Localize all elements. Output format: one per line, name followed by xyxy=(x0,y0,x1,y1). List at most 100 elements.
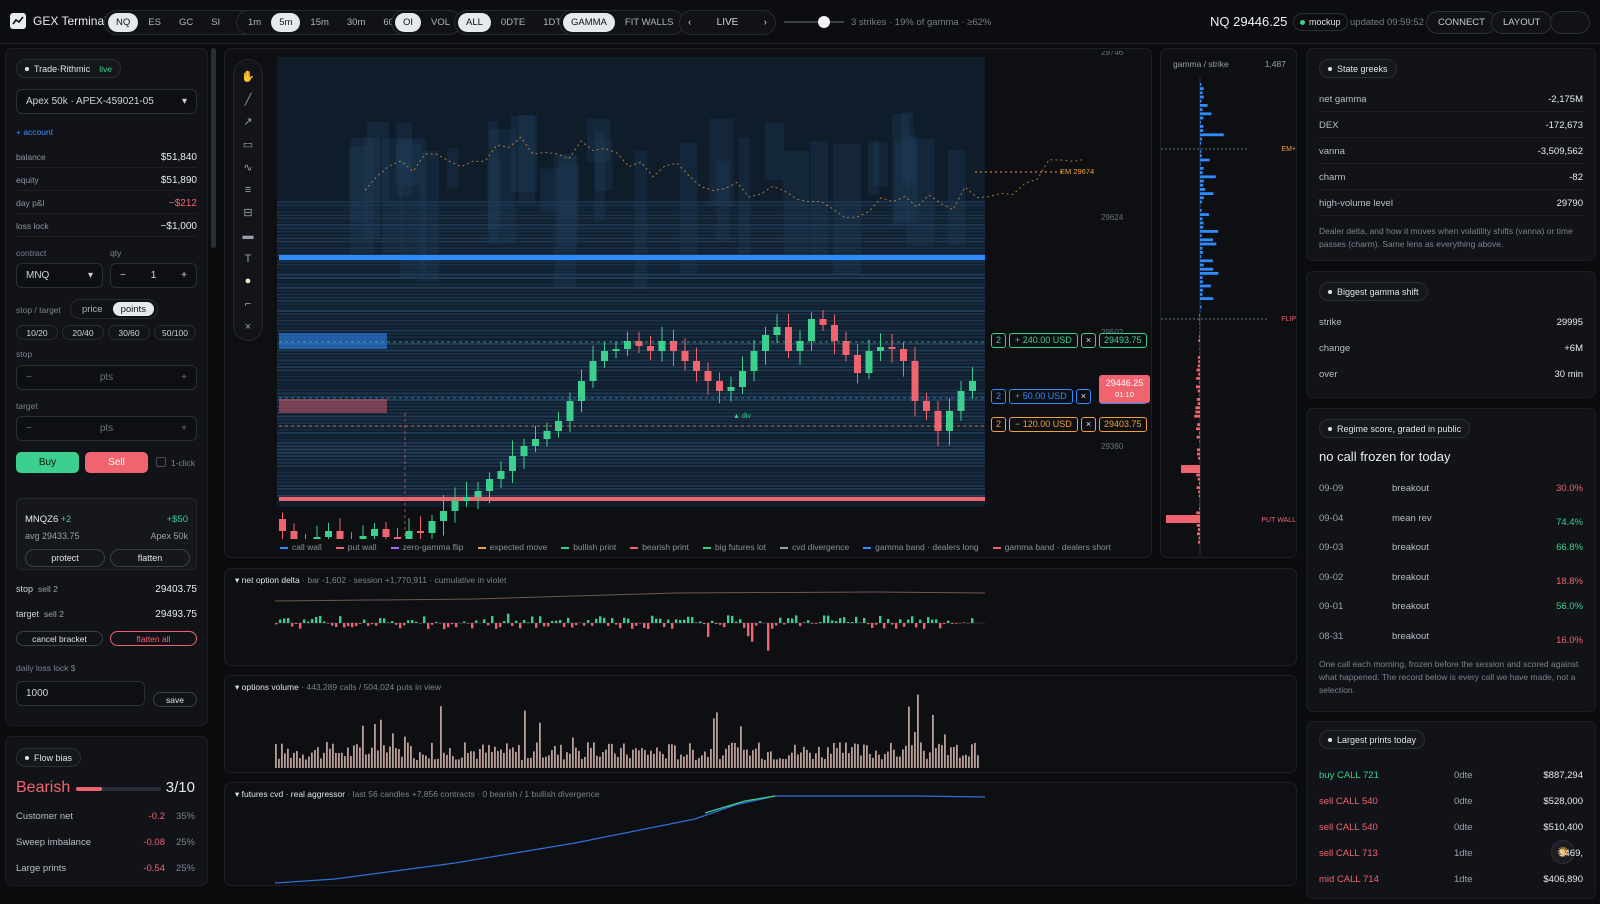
sell-button[interactable]: Sell xyxy=(85,452,148,473)
buy-button[interactable]: Buy xyxy=(16,452,79,473)
contract-select[interactable]: MNQ ▾ xyxy=(16,263,103,288)
volume-bar xyxy=(830,753,832,768)
clear-icon[interactable]: × xyxy=(241,320,255,334)
left-scrollbar[interactable] xyxy=(211,48,216,248)
order-cancel-icon[interactable]: × xyxy=(1080,333,1097,348)
qty-plus-button[interactable]: + xyxy=(181,270,187,281)
put-gamma-bar xyxy=(1198,360,1200,363)
order-tag: 2− 120.00 USD × xyxy=(991,417,1097,432)
slider-knob[interactable] xyxy=(818,16,830,28)
fib-icon[interactable]: ≡ xyxy=(241,183,255,197)
mode-vol[interactable]: VOL xyxy=(423,13,458,32)
volume-bar xyxy=(566,752,568,768)
delta-bar xyxy=(883,623,886,629)
heatmap-band xyxy=(277,260,985,263)
target-input[interactable]: − pts + xyxy=(16,416,197,441)
tf-30m[interactable]: 30m xyxy=(339,13,373,32)
text-icon[interactable]: T xyxy=(241,252,255,266)
heatmap-block xyxy=(872,143,888,187)
volume-bar xyxy=(854,743,856,768)
print-dte: 0dte xyxy=(1454,770,1473,781)
account-select[interactable]: Apex 50k · APEX-459021-05 ▾ xyxy=(16,89,197,114)
connect-button[interactable]: CONNECT xyxy=(1426,11,1497,34)
rectangle-icon[interactable]: ▭ xyxy=(241,138,255,152)
live-button[interactable]: LIVE xyxy=(717,17,739,28)
expiry-all[interactable]: ALL xyxy=(458,13,491,32)
line-icon[interactable]: ╱ xyxy=(241,93,255,107)
volume-bar xyxy=(302,754,304,768)
next-arrow-icon[interactable]: › xyxy=(764,17,767,28)
arrow-icon[interactable]: ↗ xyxy=(241,115,255,129)
regime-date: 09-02 xyxy=(1319,571,1344,583)
save-lock-button[interactable]: save xyxy=(153,692,197,707)
magnet-icon[interactable]: ⌐ xyxy=(241,297,255,311)
volume-bar xyxy=(575,747,577,768)
hand-icon[interactable]: ✋ xyxy=(241,70,255,84)
more-button[interactable] xyxy=(1550,11,1590,34)
candle xyxy=(279,519,286,531)
symbol-si[interactable]: SI xyxy=(203,13,228,32)
preset-50-100[interactable]: 50/100 xyxy=(154,325,196,340)
add-account-link[interactable]: + account xyxy=(16,127,53,137)
regime-call: mean rev xyxy=(1392,512,1432,524)
candlestick-chart[interactable]: 2974629624295022938029257Sep 1005:5006:2… xyxy=(275,51,1145,539)
prev-arrow-icon[interactable]: ‹ xyxy=(688,17,691,28)
protect-button[interactable]: protect xyxy=(25,549,105,567)
fit-walls-button[interactable]: FIT WALLS xyxy=(617,13,682,32)
layout-button[interactable]: LAYOUT xyxy=(1491,11,1553,34)
volume-bar xyxy=(845,742,847,768)
target-minus[interactable]: − xyxy=(26,423,32,434)
shift-row: strike 29995 xyxy=(1319,317,1583,328)
order-qty[interactable]: 2 xyxy=(991,333,1007,348)
color-dot-icon[interactable]: ● xyxy=(241,274,255,288)
delta-bar xyxy=(407,620,410,623)
stop-plus[interactable]: + xyxy=(181,372,187,383)
ruler-icon[interactable]: ▬ xyxy=(241,229,255,243)
daily-lock-input[interactable]: 1000 xyxy=(16,681,145,706)
mode-oi[interactable]: OI xyxy=(395,13,422,32)
one-click-checkbox[interactable] xyxy=(156,457,166,467)
qty-value[interactable]: 1 xyxy=(151,270,157,281)
strike-slider[interactable] xyxy=(784,16,844,28)
stop-minus[interactable]: − xyxy=(26,372,32,383)
order-qty[interactable]: 2 xyxy=(991,389,1007,404)
order-qty[interactable]: 2 xyxy=(991,417,1007,432)
delta-bar xyxy=(695,622,698,623)
stop-input[interactable]: − pts + xyxy=(16,365,197,390)
path-icon[interactable]: ∿ xyxy=(241,161,255,175)
delta-bar xyxy=(591,623,594,626)
range-icon[interactable]: ⊟ xyxy=(241,206,255,220)
expiry-0dte[interactable]: 0DTE xyxy=(493,13,533,32)
preset-30-60[interactable]: 30/60 xyxy=(108,325,150,340)
qty-stepper[interactable]: − 1 + xyxy=(110,263,197,288)
volume-bar xyxy=(308,756,310,768)
cancel-bracket-button[interactable]: cancel bracket xyxy=(16,631,103,646)
preset-10-20[interactable]: 10/20 xyxy=(16,325,58,340)
tf-1m[interactable]: 1m xyxy=(240,13,269,32)
delta-bar xyxy=(435,621,438,623)
symbol-nq[interactable]: NQ xyxy=(108,13,139,32)
symbol-es[interactable]: ES xyxy=(140,13,169,32)
delta-bar xyxy=(323,621,326,623)
delta-bar xyxy=(495,623,498,629)
flatten-all-button[interactable]: flatten all xyxy=(110,631,197,646)
mode-points[interactable]: points xyxy=(112,302,154,316)
order-cancel-icon[interactable]: × xyxy=(1075,389,1092,404)
qty-minus-button[interactable]: − xyxy=(120,270,126,281)
put-gamma-bar xyxy=(1199,440,1200,443)
order-cancel-icon[interactable]: × xyxy=(1080,417,1097,432)
heatmap-band xyxy=(277,451,985,454)
mode-price[interactable]: price xyxy=(74,302,111,316)
volume-bar xyxy=(935,748,937,768)
flatten-button[interactable]: flatten xyxy=(110,549,190,567)
symbol-gc[interactable]: GC xyxy=(171,13,201,32)
bracket-label: stop sell 2 xyxy=(16,584,58,595)
heatmap-band xyxy=(277,382,985,385)
tf-15m[interactable]: 15m xyxy=(302,13,336,32)
target-plus[interactable]: + xyxy=(181,423,187,434)
delta-bar xyxy=(351,623,354,628)
gamma-toggle[interactable]: GAMMA xyxy=(563,13,615,32)
tf-5m[interactable]: 5m xyxy=(271,13,301,32)
heatmap-band xyxy=(277,359,985,362)
preset-20-40[interactable]: 20/40 xyxy=(62,325,104,340)
